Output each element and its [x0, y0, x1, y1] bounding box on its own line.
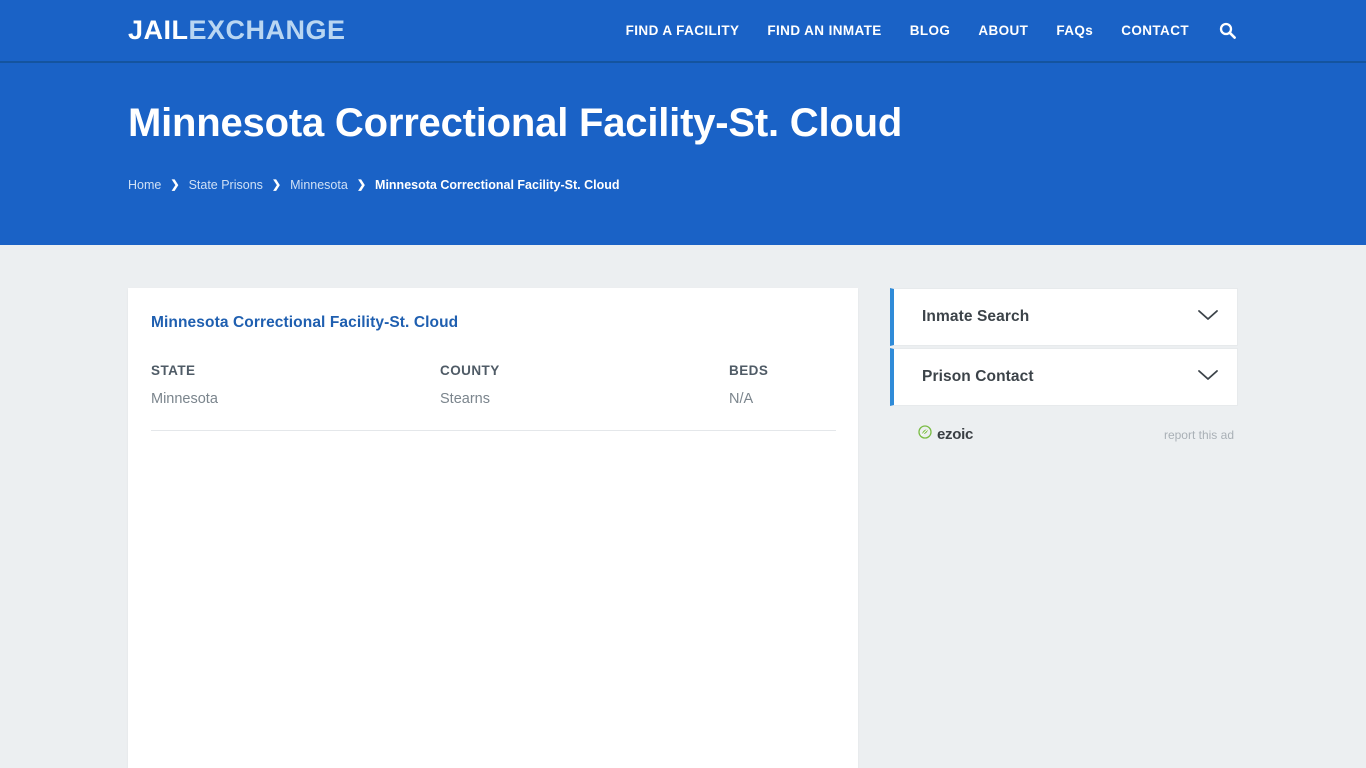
sidebar-accordion: Inmate Search Prison Contact [890, 288, 1238, 406]
fact-value-state: Minnesota [151, 391, 218, 407]
chevron-down-icon[interactable] [1197, 308, 1219, 327]
facility-facts: STATE Minnesota COUNTY Stearns BEDS N/A [151, 363, 836, 407]
ad-attribution-bar: ezoic report this ad [890, 425, 1238, 444]
page-title: Minnesota Correctional Facility-St. Clou… [128, 101, 903, 145]
ezoic-badge-icon [918, 425, 932, 444]
logo-text-exchange: EXCHANGE [188, 15, 346, 45]
main-navigation: FIND A FACILITY FIND AN INMATE BLOG ABOU… [612, 0, 1238, 62]
breadcrumb-separator-icon: ❯ [170, 178, 180, 191]
breadcrumb-item-state-prisons[interactable]: State Prisons [189, 178, 263, 192]
sidebar: Inmate Search Prison Contact ezoic repor… [890, 288, 1238, 444]
breadcrumb-item-minnesota[interactable]: Minnesota [290, 178, 348, 192]
facility-card: Minnesota Correctional Facility-St. Clou… [128, 288, 858, 768]
accordion-title-prison-contact: Prison Contact [922, 368, 1034, 385]
nav-item-find-an-inmate[interactable]: FIND AN INMATE [753, 0, 895, 62]
report-this-ad-link[interactable]: report this ad [1164, 428, 1234, 442]
top-navigation-bar: JAILEXCHANGE FIND A FACILITY FIND AN INM… [0, 0, 1366, 63]
card-divider [151, 430, 836, 431]
fact-label-county: COUNTY [440, 363, 500, 378]
breadcrumb-item-current: Minnesota Correctional Facility-St. Clou… [375, 178, 620, 192]
breadcrumb: Home ❯ State Prisons ❯ Minnesota ❯ Minne… [128, 178, 1366, 192]
content-wrapper: Minnesota Correctional Facility-St. Clou… [128, 288, 1238, 768]
nav-item-blog[interactable]: BLOG [896, 0, 965, 62]
breadcrumb-item-home[interactable]: Home [128, 178, 161, 192]
fact-county: COUNTY Stearns [440, 363, 729, 407]
nav-item-about[interactable]: ABOUT [964, 0, 1042, 62]
accordion-item-prison-contact[interactable]: Prison Contact [890, 348, 1238, 406]
chevron-down-icon[interactable] [1197, 368, 1219, 387]
breadcrumb-separator-icon: ❯ [356, 178, 367, 191]
fact-state: STATE Minnesota [151, 363, 440, 407]
fact-value-beds: N/A [729, 391, 754, 407]
accordion-item-inmate-search[interactable]: Inmate Search [890, 288, 1238, 346]
ezoic-logo[interactable]: ezoic [918, 425, 973, 444]
nav-item-faqs[interactable]: FAQs [1042, 0, 1107, 62]
site-logo[interactable]: JAILEXCHANGE [128, 17, 346, 44]
page-hero: Minnesota Correctional Facility-St. Clou… [0, 63, 1366, 245]
search-icon[interactable] [1203, 22, 1238, 39]
fact-label-beds: BEDS [729, 363, 769, 378]
accordion-title-inmate-search: Inmate Search [922, 308, 1030, 325]
logo-text-jail: JAIL [128, 15, 189, 45]
nav-item-contact[interactable]: CONTACT [1107, 0, 1203, 62]
facility-card-title[interactable]: Minnesota Correctional Facility-St. Clou… [151, 314, 458, 332]
page-content: Minnesota Correctional Facility-St. Clou… [0, 245, 1366, 768]
fact-label-state: STATE [151, 363, 196, 378]
fact-beds: BEDS N/A [729, 363, 768, 407]
fact-value-county: Stearns [440, 391, 490, 407]
ezoic-wordmark: ezoic [937, 426, 974, 443]
breadcrumb-separator-icon: ❯ [271, 178, 282, 191]
nav-item-find-a-facility[interactable]: FIND A FACILITY [612, 0, 754, 62]
